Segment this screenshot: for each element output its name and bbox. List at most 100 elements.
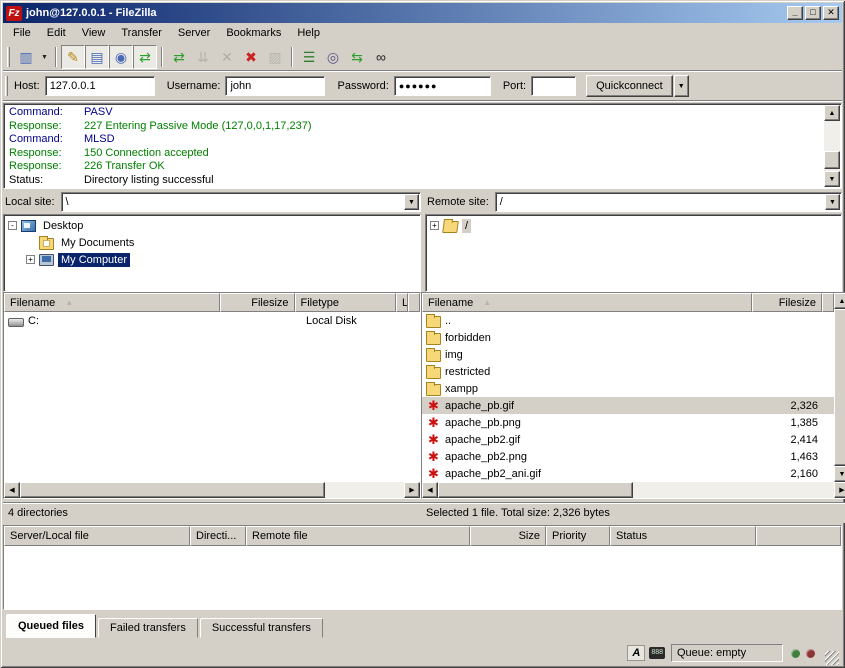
menu-transfer[interactable]: Transfer	[113, 24, 170, 42]
transfer-type-icon[interactable]: A	[627, 645, 645, 661]
toggle-transfer-queue-button[interactable]: ⇄	[133, 45, 157, 69]
toggle-local-tree-button[interactable]: ▤	[85, 45, 109, 69]
remote-site-combobox[interactable]: / ▼	[495, 192, 842, 212]
column-header-filename[interactable]: Filename▲	[4, 293, 220, 312]
message-log-scrollbar[interactable]: ▲ ▼	[824, 105, 840, 187]
local-site-bar: Local site: \ ▼	[3, 191, 421, 213]
file-row-forbidden[interactable]: forbidden	[422, 329, 834, 346]
directory-comparison-button[interactable]: ☰	[297, 45, 321, 69]
chevron-down-icon[interactable]: ▼	[825, 194, 840, 210]
file-row-img[interactable]: img	[422, 346, 834, 363]
column-header-filename[interactable]: Filename▲	[422, 293, 752, 312]
disconnect-button[interactable]: ✖	[239, 45, 263, 69]
menu-edit[interactable]: Edit	[39, 24, 74, 42]
scroll-down-icon[interactable]: ▼	[834, 466, 845, 482]
password-input[interactable]	[394, 76, 491, 96]
username-input[interactable]	[225, 76, 325, 96]
column-header-remote-file[interactable]: Remote file	[246, 526, 470, 546]
file-cell-size	[752, 329, 822, 346]
port-input[interactable]	[531, 76, 576, 96]
file-row-apache-pb2-gif[interactable]: ✱apache_pb2.gif2,414	[422, 431, 834, 448]
quickconnect-dropdown[interactable]: ▼	[674, 75, 689, 97]
scroll-thumb[interactable]	[20, 482, 325, 498]
folder-icon	[426, 333, 441, 345]
column-header-server-local-file[interactable]: Server/Local file	[4, 526, 190, 546]
tab-successful-transfers[interactable]: Successful transfers	[200, 618, 323, 638]
menu-help[interactable]: Help	[289, 24, 328, 42]
toggle-remote-tree-button[interactable]: ◉	[109, 45, 133, 69]
tree-item-my-documents[interactable]: My Documents	[4, 234, 420, 251]
menu-file[interactable]: File	[5, 24, 39, 42]
column-header-size[interactable]: Size	[470, 526, 546, 546]
scroll-thumb[interactable]	[438, 482, 633, 498]
scroll-thumb[interactable]	[824, 151, 840, 169]
local-horizontal-scrollbar[interactable]: ◀ ▶	[4, 482, 420, 498]
tree-item-my-computer[interactable]: +My Computer	[4, 251, 420, 268]
chevron-down-icon[interactable]: ▼	[404, 194, 419, 210]
column-header-filetype[interactable]: Filetype	[295, 293, 396, 312]
expand-icon[interactable]: +	[430, 221, 439, 230]
local-site-combobox[interactable]: \ ▼	[61, 192, 421, 212]
file-cell-name: ..	[422, 312, 752, 329]
toggle-message-log-button[interactable]: ✎	[61, 45, 85, 69]
quickconnect-grip[interactable]	[5, 76, 8, 96]
speed-limits-icon[interactable]: 888	[649, 647, 665, 659]
file-row-xampp[interactable]: xampp	[422, 380, 834, 397]
site-manager-dropdown[interactable]: ▼	[38, 45, 51, 69]
file-row-item[interactable]: ..	[422, 312, 834, 329]
host-input[interactable]	[45, 76, 155, 96]
scroll-thumb[interactable]	[834, 309, 845, 466]
tree-item-item[interactable]: +/	[426, 217, 841, 234]
site-manager-button[interactable]: ▥	[14, 45, 38, 69]
menu-bookmarks[interactable]: Bookmarks	[218, 24, 289, 42]
filter-button[interactable]: ◎	[321, 45, 345, 69]
tab-failed-transfers[interactable]: Failed transfers	[98, 618, 198, 638]
queue-tab-bar: Queued filesFailed transfersSuccessful t…	[3, 611, 842, 638]
scroll-right-icon[interactable]: ▶	[834, 482, 845, 498]
tree-item-desktop[interactable]: -Desktop	[4, 217, 420, 234]
scroll-track[interactable]	[834, 309, 845, 466]
find-files-button[interactable]: ∞	[369, 45, 393, 69]
scroll-track[interactable]	[824, 121, 840, 171]
scroll-left-icon[interactable]: ◀	[422, 482, 438, 498]
column-header-filesize[interactable]: Filesize	[752, 293, 822, 312]
title-bar[interactable]: Fz john@127.0.0.1 - FileZilla _ □ ✕	[3, 3, 842, 23]
menu-server[interactable]: Server	[170, 24, 218, 42]
minimize-button[interactable]: _	[787, 6, 803, 20]
remote-vertical-scrollbar[interactable]: ▲ ▼	[834, 293, 845, 482]
column-header-l[interactable]: L	[396, 293, 408, 312]
toolbar-grip[interactable]	[7, 47, 10, 67]
file-cell-text: xampp	[445, 383, 478, 395]
file-row-restricted[interactable]: restricted	[422, 363, 834, 380]
column-header-priority[interactable]: Priority	[546, 526, 610, 546]
filezilla-app-icon: Fz	[6, 6, 22, 21]
remote-tree-pane: Remote site: / ▼ +/	[425, 191, 842, 292]
synchronized-browsing-button[interactable]: ⇆	[345, 45, 369, 69]
maximize-button[interactable]: □	[805, 6, 821, 20]
file-row-apache-pb-png[interactable]: ✱apache_pb.png1,385	[422, 414, 834, 431]
file-row-apache-pb-gif[interactable]: ✱apache_pb.gif2,326	[422, 397, 834, 414]
column-header-filesize[interactable]: Filesize	[220, 293, 294, 312]
scroll-left-icon[interactable]: ◀	[4, 482, 20, 498]
resize-grip[interactable]	[825, 651, 839, 665]
scroll-down-icon[interactable]: ▼	[824, 171, 840, 187]
file-row-c[interactable]: C:Local Disk	[4, 312, 420, 329]
file-row-apache-pb2-ani-gif[interactable]: ✱apache_pb2_ani.gif2,160	[422, 465, 834, 482]
scroll-up-icon[interactable]: ▲	[834, 293, 845, 309]
scroll-track[interactable]	[438, 482, 834, 498]
close-button[interactable]: ✕	[823, 6, 839, 20]
refresh-button[interactable]: ⇄	[167, 45, 191, 69]
scroll-right-icon[interactable]: ▶	[404, 482, 420, 498]
column-header-status[interactable]: Status	[610, 526, 756, 546]
tab-queued-files[interactable]: Queued files	[6, 614, 96, 638]
scroll-up-icon[interactable]: ▲	[824, 105, 840, 121]
scroll-track[interactable]	[20, 482, 404, 498]
quickconnect-button[interactable]: Quickconnect	[586, 75, 673, 97]
column-header-directi[interactable]: Directi...	[190, 526, 246, 546]
menu-view[interactable]: View	[74, 24, 114, 42]
remote-horizontal-scrollbar[interactable]: ◀ ▶	[422, 482, 845, 498]
file-row-apache-pb2-png[interactable]: ✱apache_pb2.png1,463	[422, 448, 834, 465]
collapse-icon[interactable]: -	[8, 221, 17, 230]
expand-icon[interactable]: +	[26, 255, 35, 264]
column-header-label: Filesize	[251, 297, 288, 309]
